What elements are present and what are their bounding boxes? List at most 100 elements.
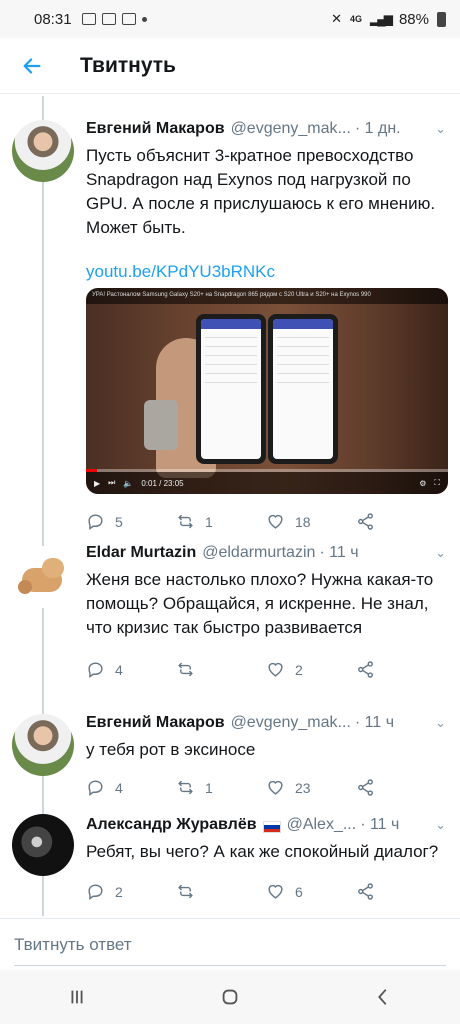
- reply-icon: [88, 662, 103, 679]
- author-name[interactable]: Александр Журавлёв: [86, 816, 257, 834]
- reply-input[interactable]: Твитнуть ответ: [14, 935, 132, 955]
- home-icon: [222, 989, 238, 1005]
- retweet-count: 1: [205, 779, 213, 796]
- chevron-down-icon[interactable]: ⌄: [429, 545, 446, 561]
- tweet-time: · 1 дн.: [354, 120, 401, 137]
- gallery-notification-icon: [101, 13, 116, 25]
- more-notifications-icon: [141, 16, 147, 22]
- retweet-icon: [178, 884, 193, 899]
- tweet-meta: Eldar Murtazin @eldarmurtazin · 11 ч ⌄: [86, 544, 446, 566]
- tweet-link[interactable]: youtu.be/KPdYU3bRNKc: [86, 262, 446, 282]
- mute-icon: ✕: [331, 11, 342, 26]
- page-title: Твитнуть: [80, 53, 176, 77]
- tweet[interactable]: Eldar Murtazin @eldarmurtazin · 11 ч ⌄ Ж…: [0, 540, 460, 700]
- author-name[interactable]: Eldar Murtazin: [86, 544, 196, 562]
- share-icon: [358, 513, 373, 530]
- share-button[interactable]: [356, 882, 446, 901]
- tweet-meta: Александр Журавлёв @Alex_... · 11 ч ⌄: [86, 816, 446, 838]
- system-navigation-bar: [0, 970, 460, 1024]
- chevron-down-icon[interactable]: ⌄: [429, 121, 446, 137]
- back-button[interactable]: [0, 38, 64, 94]
- author-name[interactable]: Евгений Макаров: [86, 120, 225, 138]
- reply-button[interactable]: 2: [86, 882, 176, 901]
- retweet-button[interactable]: [176, 882, 266, 901]
- status-bar: 08:31 ✕ 4G ▂▄▆ 88%: [0, 0, 460, 38]
- chevron-down-icon[interactable]: ⌄: [429, 715, 446, 731]
- network-type: 4G: [349, 14, 362, 24]
- battery-level: 88%: [398, 10, 429, 28]
- fullscreen-icon[interactable]: ⛶: [434, 478, 440, 488]
- video-preview[interactable]: УРА! Растоналом Samsung Galaxy S20+ на S…: [86, 288, 448, 494]
- author-name[interactable]: Евгений Макаров: [86, 714, 225, 732]
- share-button[interactable]: [356, 778, 446, 797]
- author-handle[interactable]: @eldarmurtazin: [202, 544, 315, 562]
- author-handle[interactable]: @Alex_...: [287, 816, 357, 834]
- reply-input-underline: [14, 965, 446, 966]
- reply-count: 5: [115, 513, 123, 530]
- retweet-button[interactable]: 1: [176, 778, 266, 797]
- tweet-actions: 4 2: [86, 660, 446, 679]
- reply-button[interactable]: 5: [86, 512, 176, 531]
- russia-flag-icon: [262, 821, 281, 833]
- tweet[interactable]: Александр Журавлёв @Alex_... · 11 ч ⌄ Ре…: [0, 808, 460, 918]
- like-button[interactable]: 18: [266, 512, 356, 531]
- share-icon: [358, 661, 373, 678]
- battery-icon: [437, 11, 446, 27]
- skip-icon[interactable]: ⏭: [108, 478, 115, 488]
- share-icon: [358, 883, 373, 900]
- like-count: 6: [295, 883, 303, 900]
- phone-image-left: [196, 314, 266, 464]
- chevron-down-icon[interactable]: ⌄: [429, 817, 446, 833]
- like-button[interactable]: 6: [266, 882, 356, 901]
- retweet-button[interactable]: 1: [176, 512, 266, 531]
- reply-button[interactable]: 4: [86, 660, 176, 679]
- reply-button[interactable]: 4: [86, 778, 176, 797]
- retweet-icon: [178, 514, 193, 529]
- volume-icon[interactable]: 🔈: [123, 479, 133, 488]
- avatar[interactable]: [12, 120, 74, 182]
- reply-icon: [88, 514, 103, 531]
- avatar[interactable]: [12, 546, 74, 608]
- heart-icon: [268, 884, 283, 899]
- like-count: 23: [295, 779, 311, 796]
- phone-image-right: [268, 314, 338, 464]
- settings-icon[interactable]: ⚙: [419, 479, 426, 488]
- tweet[interactable]: Евгений Макаров @evgeny_mak... · 1 дн. ⌄…: [0, 110, 460, 540]
- play-icon[interactable]: ▶: [94, 479, 100, 488]
- tweet[interactable]: Евгений Макаров @evgeny_mak... · 11 ч ⌄ …: [0, 708, 460, 808]
- heart-icon: [268, 780, 283, 795]
- like-count: 18: [295, 513, 311, 530]
- author-handle[interactable]: @evgeny_mak...: [231, 120, 351, 138]
- top-app-bar: Твитнуть: [0, 38, 460, 94]
- recent-apps-button[interactable]: [37, 970, 117, 1024]
- retweet-button[interactable]: [176, 660, 266, 679]
- share-button[interactable]: [356, 660, 446, 679]
- retweet-count: 1: [205, 513, 213, 530]
- heart-icon: [268, 662, 283, 677]
- video-controls: ▶ ⏭ 🔈 0:01 / 23:05 ⚙ ⛶: [86, 472, 448, 494]
- avatar[interactable]: [12, 814, 74, 876]
- home-button[interactable]: [190, 970, 270, 1024]
- like-button[interactable]: 2: [266, 660, 356, 679]
- notification-icon: [81, 13, 96, 25]
- retweet-icon: [178, 780, 193, 795]
- status-time: 08:31: [34, 10, 72, 28]
- tweet-text: Ребят, вы чего? А как же спокойный диало…: [86, 842, 439, 861]
- tweet-actions: 2 6: [86, 882, 446, 901]
- tweet-time: · 11 ч: [360, 816, 400, 833]
- retweet-icon: [178, 662, 193, 677]
- system-back-button[interactable]: [343, 970, 423, 1024]
- avatar[interactable]: [12, 714, 74, 776]
- share-icon: [358, 779, 373, 796]
- image-notification-icon: [121, 13, 136, 25]
- author-handle[interactable]: @evgeny_mak...: [231, 714, 351, 732]
- like-button[interactable]: 23: [266, 778, 356, 797]
- signal-icon: ▂▄▆: [370, 12, 393, 26]
- share-button[interactable]: [356, 512, 446, 531]
- watch-image: [144, 400, 178, 450]
- tweet-text: Пусть объяснит 3-кратное превосходство S…: [86, 146, 436, 237]
- tweet-text: Женя все настолько плохо? Нужна какая-то…: [86, 570, 434, 637]
- tweet-time: · 11 ч: [319, 544, 359, 561]
- tweet-meta: Евгений Макаров @evgeny_mak... · 1 дн. ⌄: [86, 120, 446, 142]
- tweet-time: · 11 ч: [354, 714, 395, 731]
